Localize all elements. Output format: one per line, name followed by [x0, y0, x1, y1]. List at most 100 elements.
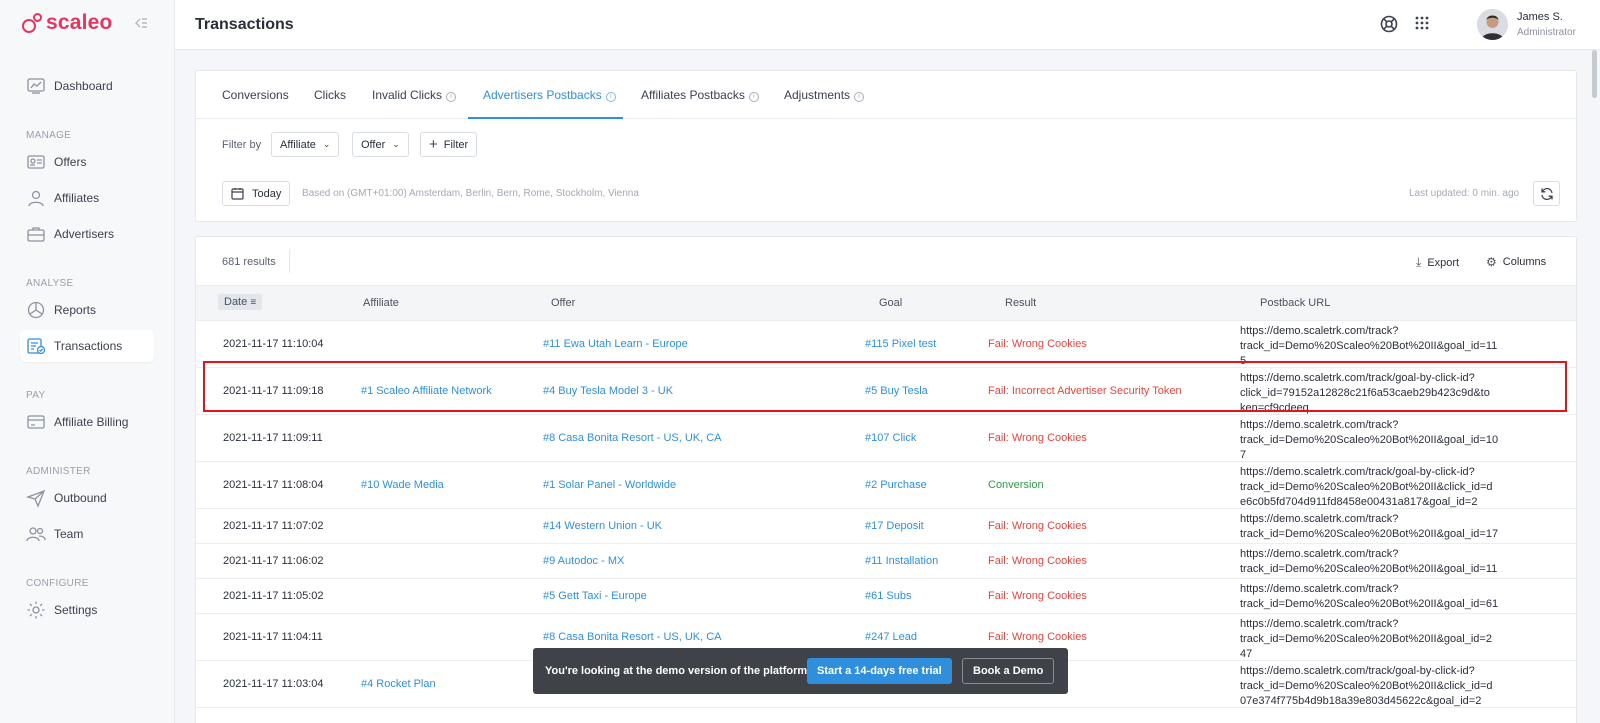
- sidebar: scaleo Dashboard MANAGE Offers Affiliate…: [0, 0, 175, 723]
- user-name[interactable]: James S.: [1517, 11, 1563, 23]
- sidebar-item-label: Reports: [54, 303, 97, 317]
- info-icon[interactable]: i: [748, 92, 759, 102]
- tab-advertisers-postbacks[interactable]: Advertisers Postbacks i: [483, 88, 616, 102]
- topbar: Transactions James S. Administrator: [175, 0, 1600, 50]
- sidebar-item-label: Team: [54, 527, 84, 541]
- add-filter-button[interactable]: + Filter: [420, 132, 478, 157]
- result-status: Fail: Wrong Cookies: [988, 630, 1087, 643]
- goal-link[interactable]: #107 Click: [865, 431, 916, 446]
- offer-link[interactable]: #8 Casa Bonita Resort - US, UK, CA: [543, 431, 722, 446]
- column-header-affiliate: Affiliate: [363, 297, 399, 309]
- postback-url: https://demo.scaletrk.com/track? track_i…: [1240, 419, 1499, 461]
- postback-url: https://demo.scaletrk.com/track? track_i…: [1240, 583, 1499, 610]
- download-icon: ⤓: [1416, 255, 1422, 269]
- date-cell: 2021-11-17 11:06:02: [223, 554, 324, 567]
- result-status: Fail: Wrong Cookies: [988, 554, 1087, 567]
- offer-link[interactable]: #11 Ewa Utah Learn - Europe: [543, 337, 688, 352]
- tab-affiliates-postbacks[interactable]: Affiliates Postbacks i: [641, 88, 759, 102]
- avatar[interactable]: [1477, 9, 1508, 40]
- offer-link[interactable]: #1 Solar Panel - Worldwide: [543, 478, 676, 493]
- refresh-button[interactable]: [1533, 181, 1560, 206]
- postback-url: https://demo.scaletrk.com/track? track_i…: [1240, 618, 1492, 660]
- offer-filter-dropdown[interactable]: Offer ⌄: [352, 132, 409, 157]
- sidebar-item-label: Outbound: [54, 491, 107, 505]
- chevron-down-icon: ⌄: [322, 139, 331, 149]
- sidebar-item-reports[interactable]: Reports: [20, 294, 154, 326]
- section-administer: ADMINISTER: [26, 466, 91, 477]
- table-row[interactable]: 2021-11-17 11:09:11 #8 Casa Bonita Resort…: [196, 415, 1576, 462]
- offer-link[interactable]: #9 Autodoc - MX: [543, 554, 624, 569]
- date-cell: 2021-11-17 11:04:11: [223, 630, 323, 643]
- active-tab-indicator: [468, 117, 623, 119]
- export-button[interactable]: ⤓ Export: [1416, 255, 1459, 270]
- affiliate-filter-dropdown[interactable]: Affiliate ⌄: [271, 132, 340, 157]
- sidebar-item-dashboard[interactable]: Dashboard: [20, 70, 154, 102]
- demo-banner-text: You're looking at the demo version of th…: [545, 665, 811, 677]
- tab-invalid-clicks[interactable]: Invalid Clicks i: [372, 88, 457, 102]
- tab-adjustments[interactable]: Adjustments i: [784, 88, 865, 102]
- logo[interactable]: scaleo: [22, 11, 113, 35]
- result-status: Fail: Wrong Cookies: [988, 431, 1087, 444]
- scrollbar[interactable]: [1592, 50, 1597, 98]
- sidebar-item-label: Settings: [54, 603, 98, 617]
- sidebar-item-transactions[interactable]: Transactions: [20, 330, 154, 362]
- goal-link[interactable]: #11 Installation: [865, 554, 938, 569]
- user-role: Administrator: [1517, 27, 1576, 38]
- timezone-note: Based on (GMT+01:00) Amsterdam, Berlin, …: [302, 188, 639, 199]
- date-cell: 2021-11-17 11:08:04: [223, 478, 324, 491]
- team-icon: [26, 527, 46, 542]
- collapse-sidebar-icon[interactable]: [133, 15, 151, 33]
- column-header-date[interactable]: Date ≡: [218, 294, 263, 310]
- table-row[interactable]: 2021-11-17 11:05:02 #5 Gett Taxi - Europe…: [196, 579, 1576, 614]
- sidebar-item-outbound[interactable]: Outbound: [20, 482, 154, 514]
- offer-link[interactable]: #5 Gett Taxi - Europe: [543, 589, 647, 604]
- tab-conversions[interactable]: Conversions: [222, 88, 289, 102]
- sort-icon: ≡: [250, 297, 257, 308]
- page-title: Transactions: [195, 16, 294, 33]
- goal-link[interactable]: #61 Subs: [865, 589, 911, 604]
- sidebar-item-label: Affiliate Billing: [54, 415, 129, 429]
- goal-link[interactable]: #247 Lead: [865, 630, 917, 645]
- sidebar-item-affiliate-billing[interactable]: Affiliate Billing: [20, 406, 154, 438]
- table-row[interactable]: 2021-11-17 11:06:02 #9 Autodoc - MX #11 In…: [196, 544, 1576, 579]
- offer-link[interactable]: #8 Casa Bonita Resort - US, UK, CA: [543, 630, 722, 645]
- table-row[interactable]: 2021-11-17 11:07:02 #14 Western Union - U…: [196, 509, 1576, 544]
- start-trial-button[interactable]: Start a 14-days free trial: [807, 658, 952, 684]
- date-cell: 2021-11-17 11:09:11: [223, 431, 323, 444]
- sidebar-item-advertisers[interactable]: Advertisers: [20, 218, 154, 250]
- result-status: Conversion: [988, 478, 1044, 491]
- highlight-box: [203, 361, 1567, 412]
- date-range-picker[interactable]: Today: [222, 181, 291, 206]
- sidebar-item-settings[interactable]: Settings: [20, 594, 154, 626]
- sidebar-item-team[interactable]: Team: [20, 518, 154, 550]
- briefcase-icon: [27, 227, 45, 242]
- goal-link[interactable]: #17 Deposit: [865, 519, 924, 534]
- offer-link[interactable]: #14 Western Union - UK: [543, 519, 662, 534]
- help-lifebuoy-icon[interactable]: [1380, 15, 1400, 35]
- info-icon[interactable]: i: [446, 92, 457, 102]
- sidebar-item-affiliates[interactable]: Affiliates: [20, 182, 154, 214]
- offers-icon: [27, 155, 45, 169]
- affiliate-link[interactable]: #4 Rocket Plan: [361, 677, 436, 692]
- pie-chart-icon: [27, 301, 45, 319]
- book-demo-button[interactable]: Book a Demo: [962, 658, 1055, 684]
- filter-card: Conversions Clicks Invalid Clicks i Adver…: [195, 70, 1577, 222]
- sidebar-item-label: Advertisers: [54, 227, 115, 241]
- goal-link[interactable]: #115 Pixel test: [865, 337, 936, 352]
- goal-link[interactable]: #2 Purchase: [865, 478, 927, 493]
- affiliate-link[interactable]: #10 Wade Media: [361, 478, 444, 493]
- info-icon[interactable]: i: [854, 92, 865, 102]
- results-count: 681 results: [222, 256, 276, 268]
- tab-clicks[interactable]: Clicks: [314, 88, 346, 102]
- columns-button[interactable]: ⚙ Columns: [1486, 255, 1546, 269]
- info-icon[interactable]: i: [605, 92, 616, 102]
- filter-by-label: Filter by: [222, 139, 262, 151]
- column-header-postback-url: Postback URL: [1260, 297, 1331, 309]
- logo-text: scaleo: [46, 11, 113, 34]
- date-cell: 2021-11-17 11:07:02: [223, 519, 324, 532]
- apps-grid-icon[interactable]: [1414, 15, 1434, 35]
- sidebar-item-label: Transactions: [54, 339, 123, 353]
- column-header-result: Result: [1005, 297, 1037, 309]
- table-row[interactable]: 2021-11-17 11:08:04 #10 Wade Media #1 Sola…: [196, 462, 1576, 509]
- sidebar-item-offers[interactable]: Offers: [20, 146, 154, 178]
